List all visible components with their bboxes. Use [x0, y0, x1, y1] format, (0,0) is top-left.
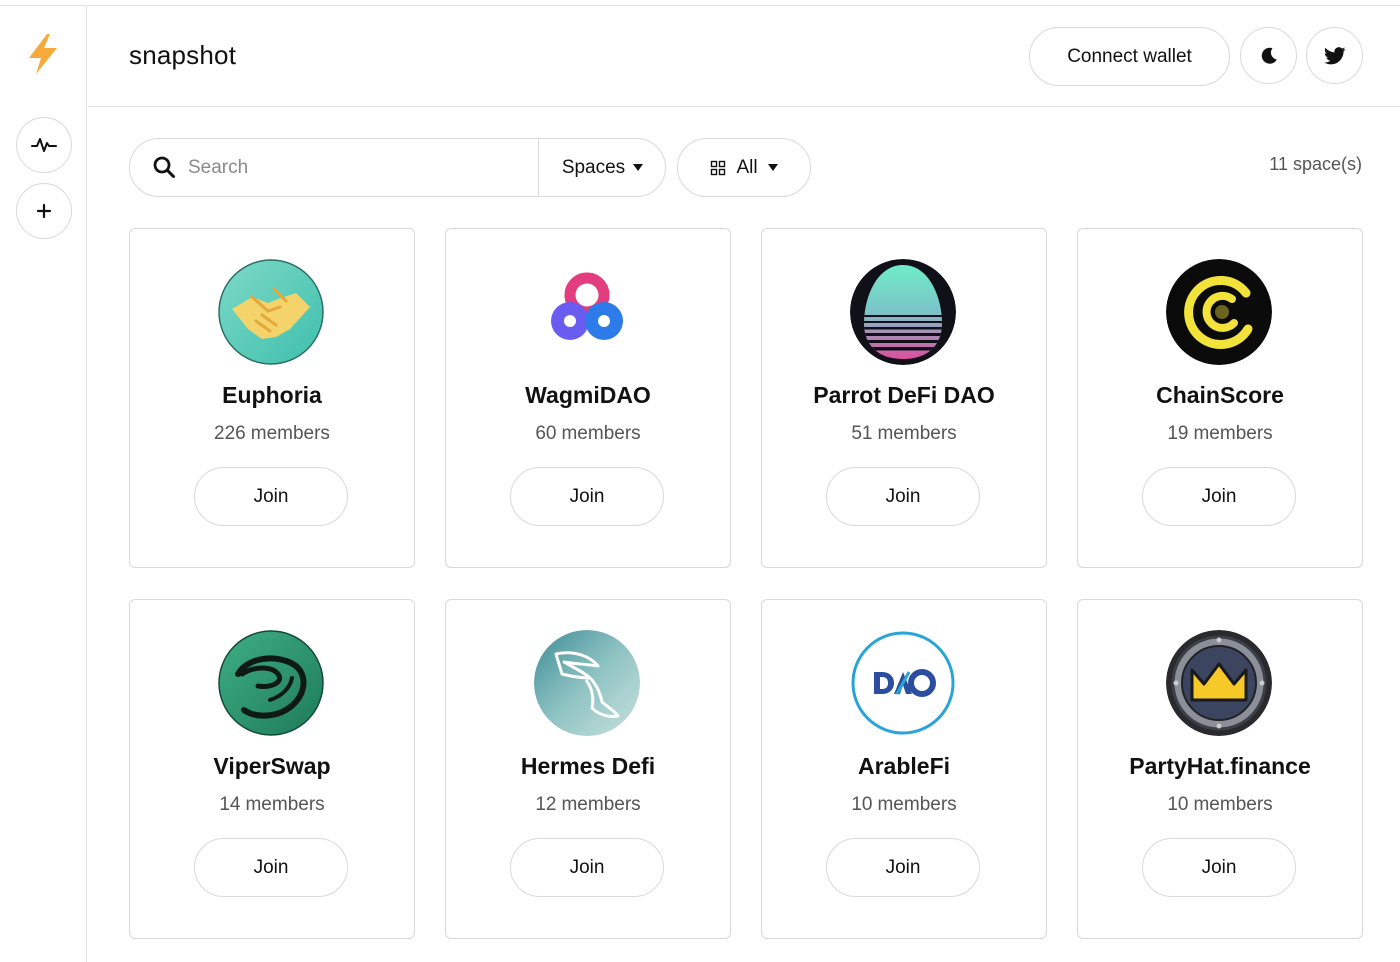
space-card[interactable]: Hermes Defi 12 members Join: [445, 599, 731, 939]
join-button[interactable]: Join: [194, 838, 348, 897]
page-title[interactable]: snapshot: [129, 40, 236, 71]
caret-down-icon: [767, 164, 778, 171]
space-members: 60 members: [446, 423, 730, 445]
category-filter-label: All: [736, 156, 758, 178]
join-button[interactable]: Join: [194, 467, 348, 526]
spaces-grid: Euphoria 226 members Join WagmiDAO 60 memb…: [129, 228, 1363, 939]
theme-toggle-button[interactable]: [1240, 27, 1297, 84]
space-card[interactable]: Euphoria 226 members Join: [129, 228, 415, 568]
space-members: 10 members: [762, 794, 1046, 816]
space-members: 51 members: [762, 423, 1046, 445]
space-card[interactable]: ViperSwap 14 members Join: [129, 599, 415, 939]
space-members: 19 members: [1078, 423, 1362, 445]
space-members: 10 members: [1078, 794, 1362, 816]
category-filter-dropdown[interactable]: All: [677, 138, 811, 197]
members-label: members: [877, 423, 957, 444]
members-label: members: [561, 423, 641, 444]
members-label: members: [561, 794, 641, 815]
members-label: members: [877, 794, 957, 815]
join-button[interactable]: Join: [826, 467, 980, 526]
space-name: WagmiDAO: [525, 382, 651, 408]
space-name: ChainScore: [1156, 382, 1284, 408]
space-count: 11 space(s): [1269, 154, 1362, 174]
space-members: 226 members: [130, 423, 414, 445]
space-name: ArableFi: [857, 753, 951, 779]
spaces-dropdown[interactable]: Spaces: [538, 139, 666, 196]
wagmi-logo-icon: [534, 259, 640, 365]
space-members: 12 members: [446, 794, 730, 816]
member-count: 19: [1167, 423, 1189, 444]
member-count: 51: [851, 423, 873, 444]
twitter-button[interactable]: [1306, 27, 1363, 84]
crown-icon: [1166, 630, 1272, 736]
space-card[interactable]: ChainScore 19 members Join: [1077, 228, 1363, 568]
members-label: members: [1193, 423, 1273, 444]
space-card[interactable]: Parrot DeFi DAO 51 members Join: [761, 228, 1047, 568]
connect-wallet-button[interactable]: Connect wallet: [1029, 27, 1230, 86]
member-count: 10: [1167, 794, 1189, 815]
handshake-icon: [218, 259, 324, 365]
search-icon: [153, 156, 175, 178]
space-name: PartyHat.finance: [1129, 753, 1311, 779]
moon-icon: [1261, 47, 1277, 64]
space-card[interactable]: ArableFi 10 members Join: [761, 599, 1047, 939]
space-card[interactable]: PartyHat.finance 10 members Join: [1077, 599, 1363, 939]
member-count: 60: [535, 423, 557, 444]
member-count: 14: [219, 794, 241, 815]
member-count: 10: [851, 794, 873, 815]
join-button[interactable]: Join: [510, 467, 664, 526]
search-input[interactable]: [188, 149, 528, 187]
twitter-icon: [1323, 46, 1345, 64]
space-name: Euphoria: [222, 382, 322, 408]
join-button[interactable]: Join: [510, 838, 664, 897]
member-count: 12: [535, 794, 557, 815]
space-name: Parrot DeFi DAO: [813, 382, 995, 408]
members-label: members: [250, 423, 330, 444]
space-card[interactable]: WagmiDAO 60 members Join: [445, 228, 731, 568]
activity-icon: [31, 138, 57, 152]
member-count: 226: [214, 423, 246, 444]
space-name: ViperSwap: [213, 753, 331, 779]
create-space-button[interactable]: [16, 183, 72, 239]
activity-button[interactable]: [16, 117, 72, 173]
chainscore-logo-icon: [1166, 259, 1272, 365]
search-group: Spaces: [129, 138, 666, 197]
caret-down-icon: [633, 164, 644, 171]
dao-text-icon: [850, 630, 956, 736]
members-label: members: [245, 794, 325, 815]
join-button[interactable]: Join: [1142, 838, 1296, 897]
join-button[interactable]: Join: [1142, 467, 1296, 526]
egg-gradient-icon: [850, 259, 956, 365]
header: snapshot Connect wallet: [88, 6, 1400, 107]
plus-icon: [36, 203, 52, 219]
members-label: members: [1193, 794, 1273, 815]
spaces-dropdown-label: Spaces: [561, 156, 626, 178]
viper-icon: [218, 630, 324, 736]
winged-boot-icon: [534, 630, 640, 736]
space-members: 14 members: [130, 794, 414, 816]
grid-icon: [711, 160, 726, 175]
space-name: Hermes Defi: [520, 753, 656, 779]
join-button[interactable]: Join: [826, 838, 980, 897]
lightning-icon[interactable]: [23, 32, 63, 76]
sidebar: [0, 6, 87, 962]
